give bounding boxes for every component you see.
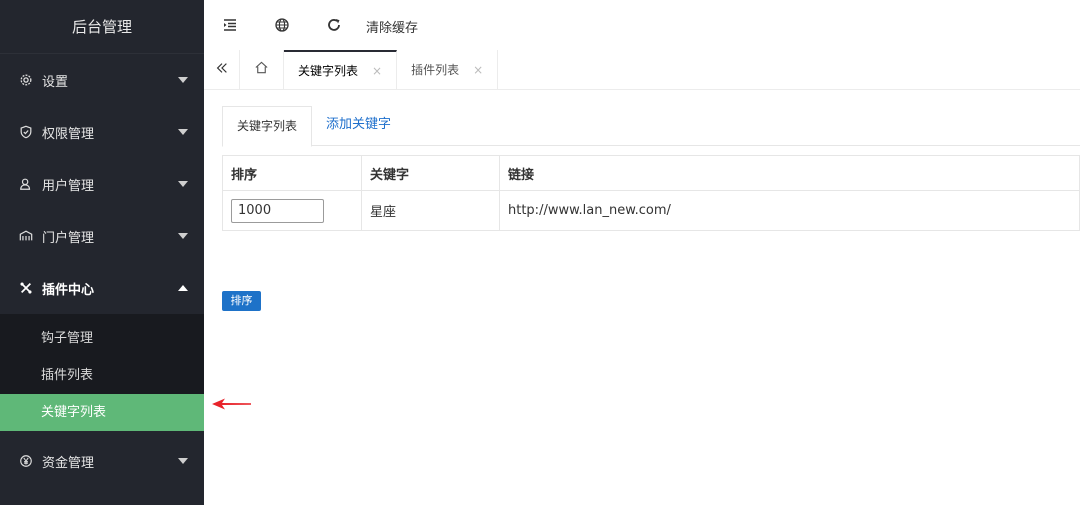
caret-down-icon xyxy=(178,233,188,239)
tab-plugin-list[interactable]: 插件列表 × xyxy=(397,50,499,89)
order-input[interactable] xyxy=(231,198,324,223)
double-chevron-left-icon xyxy=(215,61,229,79)
column-header-keyword: 关键字 xyxy=(361,155,500,191)
refresh-button[interactable] xyxy=(308,0,360,54)
table-row: 星座 http://www.lan_new.com/ xyxy=(222,190,1080,231)
tab-label: 插件列表 xyxy=(411,63,460,77)
sort-button[interactable]: 排序 xyxy=(222,291,261,311)
sidebar-item-permissions[interactable]: 权限管理 xyxy=(0,106,204,158)
sidebar-item-settings[interactable]: 设置 xyxy=(0,54,204,106)
sidebar-item-users[interactable]: 用户管理 xyxy=(0,158,204,210)
caret-down-icon xyxy=(178,181,188,187)
caret-down-icon xyxy=(178,77,188,83)
clear-cache-button[interactable]: 清除缓存 xyxy=(366,17,418,36)
sidebar-item-label: 权限管理 xyxy=(42,126,95,142)
content-subtabs: 关键字列表 添加关键字 xyxy=(222,106,1080,147)
caret-down-icon xyxy=(178,129,188,135)
keyword-table: 排序 关键字 链接 星座 http://www.lan_new.com/ xyxy=(222,155,1080,231)
site-button[interactable] xyxy=(256,0,308,54)
column-header-link: 链接 xyxy=(499,155,1080,191)
subtab-keyword-list[interactable]: 关键字列表 xyxy=(222,106,313,147)
tabs-scroll-left-button[interactable] xyxy=(204,50,240,89)
plugin-icon xyxy=(18,280,34,296)
submenu-item-plugin-list[interactable]: 插件列表 xyxy=(0,357,204,394)
sidebar-item-label: 用户管理 xyxy=(42,178,95,194)
user-icon xyxy=(18,176,34,192)
sidebar-item-label: 插件中心 xyxy=(42,282,95,298)
page-tabs-bar: 关键字列表 × 插件列表 × xyxy=(204,50,1080,90)
sidebar-item-funds[interactable]: 资金管理 xyxy=(0,435,204,487)
caret-down-icon xyxy=(178,458,188,464)
close-icon[interactable]: × xyxy=(473,63,483,77)
sidebar-item-label: 资金管理 xyxy=(42,455,95,471)
home-icon xyxy=(254,60,269,79)
home-tab[interactable] xyxy=(240,50,284,89)
globe-icon xyxy=(274,17,290,37)
column-header-order: 排序 xyxy=(222,155,362,191)
red-arrow-annotation xyxy=(212,398,251,410)
brand-title: 后台管理 xyxy=(0,0,204,54)
indent-icon xyxy=(222,17,238,37)
yen-icon xyxy=(18,453,34,469)
table-header-row: 排序 关键字 链接 xyxy=(222,155,1080,191)
keyword-cell: 星座 xyxy=(361,190,500,231)
order-cell xyxy=(222,190,362,231)
topbar: 清除缓存 xyxy=(204,0,1080,54)
plugins-submenu: 钩子管理 插件列表 关键字列表 xyxy=(0,314,204,431)
link-cell: http://www.lan_new.com/ xyxy=(499,190,1080,231)
toggle-sidebar-button[interactable] xyxy=(204,0,256,54)
close-icon[interactable]: × xyxy=(372,64,382,78)
tab-label: 关键字列表 xyxy=(298,64,359,78)
portal-icon xyxy=(18,228,34,244)
refresh-icon xyxy=(326,17,342,37)
caret-up-icon xyxy=(178,285,188,291)
sidebar: 后台管理 设置 权限管理 用户管理 门户管理 插件中心 钩子管理 插件列表 关键… xyxy=(0,0,204,505)
sidebar-item-label: 门户管理 xyxy=(42,230,95,246)
main-content: 关键字列表 添加关键字 排序 关键字 链接 星座 http://www.lan_… xyxy=(222,106,1080,231)
gear-icon xyxy=(18,72,34,88)
shield-icon xyxy=(18,124,34,140)
sidebar-item-label: 设置 xyxy=(42,74,69,90)
sidebar-item-plugins[interactable]: 插件中心 xyxy=(0,262,204,314)
submenu-item-hooks[interactable]: 钩子管理 xyxy=(0,320,204,357)
admin-app: 后台管理 设置 权限管理 用户管理 门户管理 插件中心 钩子管理 插件列表 关键… xyxy=(0,0,1080,505)
sidebar-item-portal[interactable]: 门户管理 xyxy=(0,210,204,262)
subtab-add-keyword[interactable]: 添加关键字 xyxy=(312,106,405,146)
submenu-item-keyword-list[interactable]: 关键字列表 xyxy=(0,394,204,431)
tab-keyword-list[interactable]: 关键字列表 × xyxy=(284,50,398,89)
